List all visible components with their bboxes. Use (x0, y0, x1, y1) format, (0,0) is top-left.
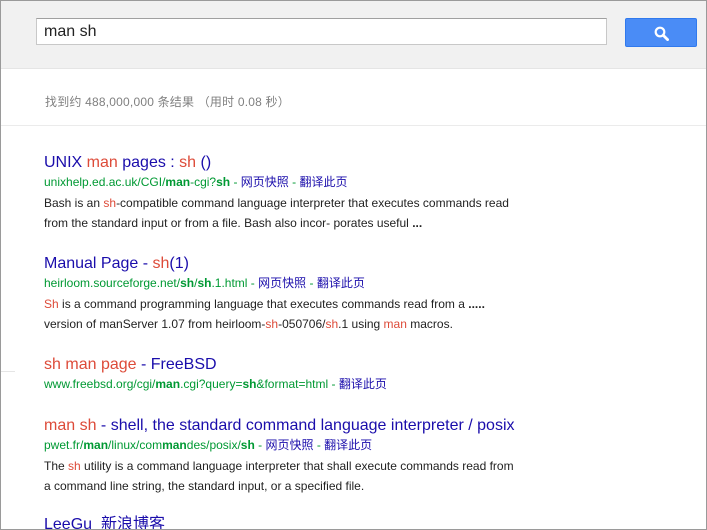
result-snippet: The sh utility is a command language int… (44, 456, 684, 496)
search-header: man sh (1, 1, 706, 69)
snippet-text: .1 using (338, 317, 384, 331)
search-icon (654, 26, 669, 41)
snippet-line: Sh is a command programming language tha… (44, 294, 684, 314)
title-keyword: man (65, 356, 97, 373)
snippet-line: a command line string, the standard inpu… (44, 476, 684, 496)
snippet-text: ... (412, 216, 423, 230)
result-url: unixhelp.ed.ac.uk/CGI/ (44, 175, 166, 189)
snippet-text: version of manServer 1.07 from heirloom- (44, 317, 266, 331)
title-text: Manual Page - (44, 255, 153, 272)
search-result: UNIX man pages : sh () unixhelp.ed.ac.uk… (44, 153, 684, 233)
translate-link[interactable]: 翻译此页 (299, 175, 347, 189)
snippet-text: -compatible command language interpreter… (116, 196, 509, 210)
title-text: - shell, the standard command language i… (96, 417, 515, 434)
separator: - (306, 276, 317, 290)
result-url-line: unixhelp.ed.ac.uk/CGI/man-cgi?sh - 网页快照 … (44, 174, 684, 190)
snippet-text: utility is a command language interprete… (80, 459, 514, 473)
separator: - (313, 438, 325, 452)
search-result: man sh - shell, the standard command lan… (44, 416, 684, 496)
result-title-link[interactable]: Manual Page - sh(1) (44, 254, 684, 273)
result-url: www.freebsd.org/cgi/ (44, 377, 156, 391)
result-url: /linux/com (108, 438, 163, 452)
title-text: (1) (169, 255, 189, 272)
translate-link[interactable]: 翻译此页 (339, 377, 387, 391)
title-keyword: man (86, 154, 118, 171)
result-title-link[interactable]: man sh - shell, the standard command lan… (44, 416, 684, 435)
title-keyword: page (100, 356, 137, 373)
result-title-link[interactable]: LeeGu_新浪博客 (44, 515, 684, 530)
title-keyword: sh (79, 417, 97, 434)
separator: - (247, 276, 259, 290)
snippet-text: Bash is an (44, 196, 104, 210)
result-title-link[interactable]: UNIX man pages : sh () (44, 153, 684, 172)
separator: - (288, 175, 300, 189)
title-text: - FreeBSD (136, 356, 217, 373)
result-title-link[interactable]: sh man page - FreeBSD (44, 355, 684, 374)
result-url: .1.html (211, 276, 248, 290)
snippet-line: version of manServer 1.07 from heirloom-… (44, 314, 684, 334)
snippet-keyword: sh (325, 317, 339, 331)
title-text: pages : (117, 154, 180, 171)
title-text: () (196, 154, 212, 171)
result-url: man (155, 377, 181, 391)
snippet-keyword: man (383, 317, 407, 331)
snippet-text: from the standard input or from a file. … (44, 216, 413, 230)
cache-link[interactable]: 网页快照 (258, 276, 306, 290)
search-result: sh man page - FreeBSD www.freebsd.org/cg… (44, 355, 684, 395)
result-url: -cgi? (190, 175, 217, 189)
result-url: sh (242, 377, 257, 391)
snippet-text: a command line string, the standard inpu… (44, 479, 365, 493)
search-result: LeeGu_新浪博客 (44, 515, 684, 530)
separator: - (254, 438, 266, 452)
cache-link[interactable]: 网页快照 (241, 175, 289, 189)
snippet-text: -050706/ (278, 317, 326, 331)
result-url: sh (216, 175, 231, 189)
snippet-keyword: sh (103, 196, 117, 210)
title-text: UNIX (44, 154, 87, 171)
snippet-text: is a command programming language that e… (58, 297, 469, 311)
snippet-text: macros. (406, 317, 453, 331)
browser-frame: man sh 找到约 488,000,000 条结果 （用时 0.08 秒） U… (0, 0, 707, 530)
result-url: sh (180, 276, 195, 290)
title-keyword: sh (152, 255, 170, 272)
result-url: heirloom.sourceforge.net/ (44, 276, 181, 290)
result-url: man (162, 438, 187, 452)
snippet-text: The (44, 459, 69, 473)
edge-line (1, 371, 15, 372)
result-url: pwet.fr/ (44, 438, 84, 452)
separator: - (328, 377, 339, 391)
title-text: LeeGu_新浪博客 (44, 516, 165, 530)
search-button[interactable] (625, 18, 697, 47)
result-snippet: Bash is an sh-compatible command languag… (44, 193, 684, 233)
title-keyword: sh (179, 154, 197, 171)
result-url: sh (197, 276, 212, 290)
result-url-line: www.freebsd.org/cgi/man.cgi?query=sh&for… (44, 376, 684, 392)
result-snippet: Sh is a command programming language tha… (44, 294, 684, 334)
snippet-line: from the standard input or from a file. … (44, 213, 684, 233)
result-url: man (83, 438, 109, 452)
translate-link[interactable]: 翻译此页 (317, 276, 365, 290)
result-url-line: heirloom.sourceforge.net/sh/sh.1.html - … (44, 275, 684, 291)
title-keyword: sh (44, 356, 61, 373)
snippet-line: The sh utility is a command language int… (44, 456, 684, 476)
snippet-text: ..... (468, 297, 485, 311)
translate-link[interactable]: 翻译此页 (324, 438, 372, 452)
result-url: man (165, 175, 191, 189)
title-keyword: man (44, 417, 76, 434)
result-url: .cgi?query= (180, 377, 243, 391)
result-stats: 找到约 488,000,000 条结果 （用时 0.08 秒） (45, 95, 290, 109)
separator: - (230, 175, 241, 189)
result-url-line: pwet.fr/man/linux/commandes/posix/sh - 网… (44, 437, 684, 453)
snippet-keyword: sh (68, 459, 81, 473)
snippet-keyword: sh (265, 317, 279, 331)
divider (1, 125, 706, 126)
snippet-keyword: Sh (44, 297, 59, 311)
result-url: des/posix/ (186, 438, 241, 452)
snippet-line: Bash is an sh-compatible command languag… (44, 193, 684, 213)
result-url: &format=html (256, 377, 329, 391)
result-url: sh (240, 438, 255, 452)
search-result: Manual Page - sh(1) heirloom.sourceforge… (44, 254, 684, 334)
cache-link[interactable]: 网页快照 (265, 438, 313, 452)
search-input[interactable]: man sh (36, 18, 607, 45)
